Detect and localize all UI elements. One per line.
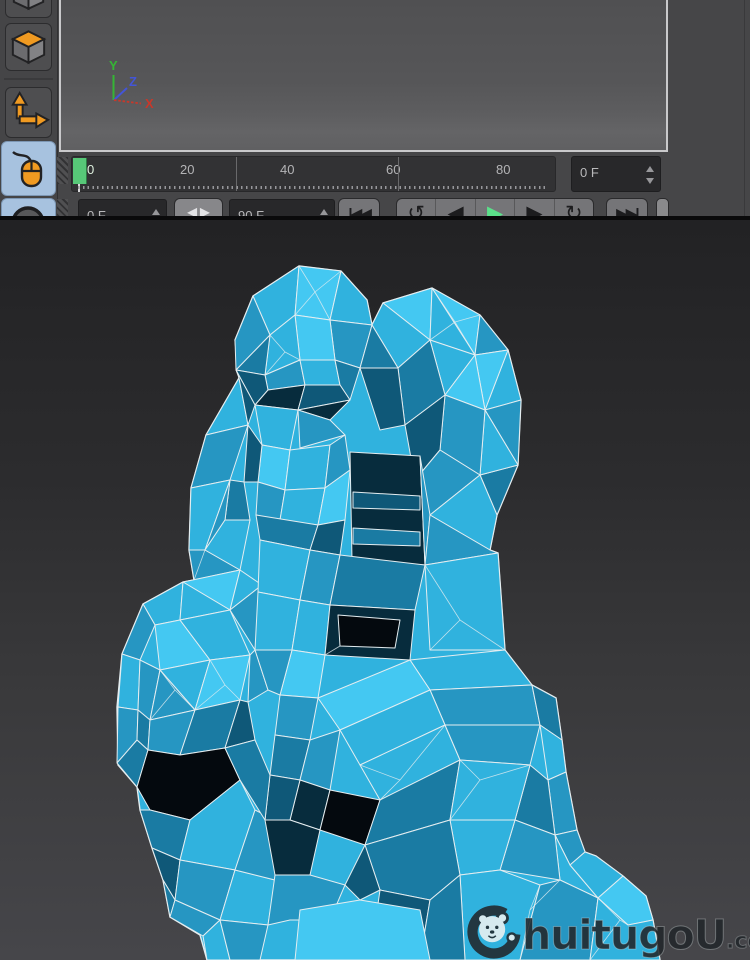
mesh-face [299,359,341,386]
thinker-wireframe-model [116,265,661,960]
end-spinner-icon[interactable] [320,209,329,216]
watermark: huitugoU .com [466,904,750,960]
timeline-ruler[interactable]: 0 20 40 60 80 [71,156,556,192]
enable-axis-button[interactable] [5,87,52,138]
mesh-face [424,552,506,651]
mesh-face [279,487,326,526]
frame-spinner-icon[interactable] [646,166,655,184]
mesh-face [429,684,541,726]
watermark-suffix: .com [726,929,750,955]
mesh-face [444,724,541,766]
mesh-face [264,819,321,876]
mesh-face [474,314,509,356]
model-tool-button[interactable] [5,0,52,18]
end-frame-value: 90 F [238,208,265,216]
watermark-brand: huitugoU [521,910,727,959]
goto-start-button[interactable]: |◀◀ [338,198,380,216]
mesh-face [337,614,401,649]
loop-icon[interactable]: ↺ [397,199,437,216]
scene-viewport[interactable]: Y Z X [59,0,668,152]
cinema4d-app: S Y Z X 0 [0,0,750,960]
axis-y-label: Y [109,58,118,73]
current-frame-value: 0 F [580,165,599,180]
timeline-tick-label: 80 [496,162,511,177]
timeline-playhead[interactable] [73,158,87,184]
mesh-face [284,444,331,491]
goto-end-button[interactable]: ▶▶| [606,198,648,216]
top-ui-panel: S Y Z X 0 [0,0,750,216]
mesh-face [117,653,141,711]
render-viewport[interactable]: huitugoU .com [0,220,750,960]
left-toolbar: S [0,0,58,216]
start-frame-field[interactable]: 0 F [78,199,167,216]
timeline-tick-label: 20 [180,162,195,177]
bear-logo-icon [466,904,522,960]
next-key-icon[interactable]: ▶ [515,199,555,216]
panel-divider-line [744,0,745,216]
mesh-face [294,314,336,361]
redo-icon[interactable]: ↻ [555,199,593,216]
prev-key-icon[interactable]: ◀ [436,199,476,216]
timeline-tick-label: 40 [280,162,295,177]
timeline-grip[interactable] [57,157,68,184]
end-frame-field[interactable]: 90 F [229,199,335,216]
range-arrows-button[interactable]: ◀ ▶ [174,198,223,216]
start-spinner-icon[interactable] [152,209,161,216]
timeline-tick-label: 0 [87,162,95,177]
play-icon[interactable]: ▶ [476,199,516,216]
panel-handle[interactable] [656,198,669,216]
axis-z-label: Z [129,74,137,89]
mesh-face [254,404,299,451]
mesh-face [274,694,319,741]
current-frame-field[interactable]: 0 F [571,156,661,192]
transport-button-group: ↺ ◀ ▶ ▶ ↻ [396,198,594,216]
mesh-face [294,899,431,960]
start-frame-value: 0 F [87,208,106,216]
mesh-face [329,554,426,611]
toolbar-divider [4,78,53,80]
timeline-tick-dots [78,186,548,189]
snap-button[interactable]: S [1,198,56,216]
viewport-mouse-button[interactable] [1,141,56,196]
make-editable-button[interactable] [5,23,52,71]
transport-grip[interactable] [57,199,68,216]
axis-gizmo: Y Z X [97,48,167,117]
axis-x-label: X [145,96,154,111]
